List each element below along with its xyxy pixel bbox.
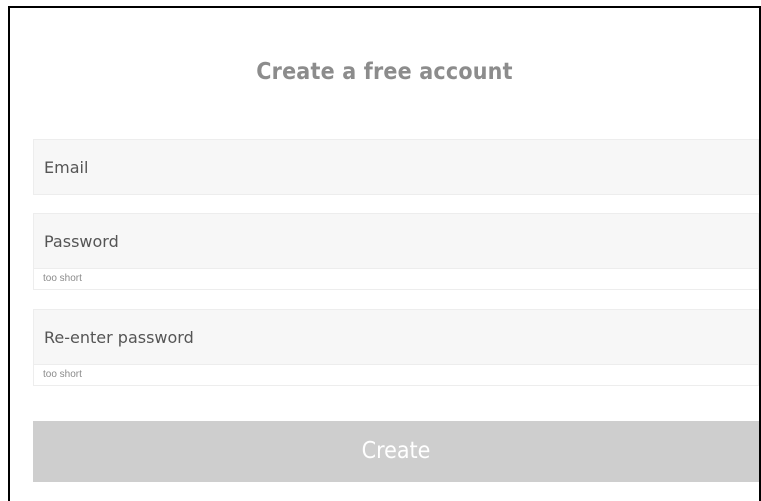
email-field[interactable]: Email [33,139,759,195]
password-field[interactable]: Password [33,213,759,269]
reenter-password-field[interactable]: Re-enter password [33,309,759,365]
reenter-password-validation-hint: too short [33,365,759,386]
create-button[interactable]: Create [33,421,759,482]
password-validation-hint: too short [33,269,759,290]
reenter-password-placeholder: Re-enter password [44,327,194,347]
signup-form-panel: Create a free account Email Password too… [8,6,761,501]
email-placeholder: Email [44,157,89,177]
password-placeholder: Password [44,231,119,251]
form-title: Create a free account [256,59,513,85]
